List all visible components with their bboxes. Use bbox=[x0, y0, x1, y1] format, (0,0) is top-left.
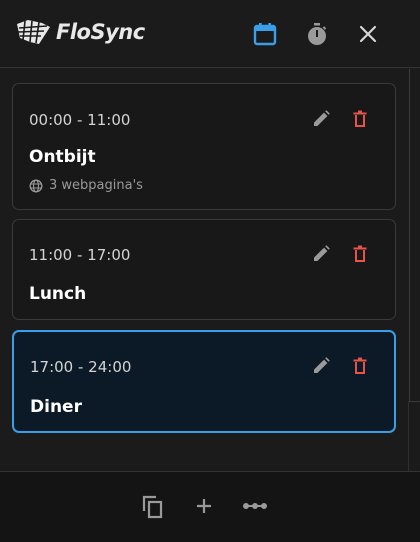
time-range: 17:00 - 24:00 bbox=[30, 358, 132, 376]
more-button[interactable] bbox=[241, 492, 269, 520]
trash-icon bbox=[353, 357, 367, 374]
time-range: 00:00 - 11:00 bbox=[29, 111, 131, 129]
trash-icon bbox=[353, 110, 367, 127]
close-button[interactable] bbox=[354, 20, 382, 48]
scrollbar-track[interactable] bbox=[409, 69, 410, 401]
app-name: FloSync bbox=[56, 20, 145, 44]
footer-toolbar bbox=[0, 471, 420, 542]
calendar-button[interactable] bbox=[251, 20, 279, 48]
delete-button[interactable] bbox=[348, 107, 372, 131]
pencil-icon bbox=[314, 357, 330, 373]
webpage-count: 3 webpagina's bbox=[49, 178, 143, 193]
calendar-icon bbox=[253, 23, 277, 46]
globe-icon bbox=[29, 179, 43, 192]
pencil-icon bbox=[314, 245, 330, 261]
pencil-icon bbox=[314, 110, 330, 126]
item-title: Ontbijt bbox=[29, 147, 96, 167]
item-title: Diner bbox=[30, 397, 82, 417]
item-meta: 3 webpagina's bbox=[29, 178, 143, 193]
flosync-popup: FloSync 00:00 - 11:00 Ontbijt 3 webpagin… bbox=[0, 0, 420, 542]
trash-icon bbox=[353, 245, 367, 262]
copy-icon bbox=[142, 495, 163, 519]
stopwatch-icon bbox=[308, 23, 327, 45]
schedule-item[interactable]: 00:00 - 11:00 Ontbijt 3 webpagina's bbox=[12, 83, 396, 210]
schedule-item-selected[interactable]: 17:00 - 24:00 Diner bbox=[12, 330, 396, 433]
scrollbar-track-lower[interactable] bbox=[408, 401, 420, 471]
schedule-item[interactable]: 11:00 - 17:00 Lunch bbox=[12, 219, 396, 320]
delete-button[interactable] bbox=[348, 354, 372, 378]
time-range: 11:00 - 17:00 bbox=[29, 246, 131, 264]
delete-button[interactable] bbox=[348, 242, 372, 266]
edit-button[interactable] bbox=[309, 354, 333, 378]
flosync-logo-icon bbox=[17, 20, 50, 44]
edit-button[interactable] bbox=[309, 242, 333, 266]
add-button[interactable] bbox=[190, 492, 218, 520]
header: FloSync bbox=[0, 0, 420, 68]
logo: FloSync bbox=[14, 18, 145, 46]
duplicate-button[interactable] bbox=[139, 492, 167, 520]
edit-button[interactable] bbox=[309, 107, 333, 131]
stopwatch-button[interactable] bbox=[303, 20, 331, 48]
more-icon bbox=[243, 503, 267, 509]
item-title: Lunch bbox=[29, 284, 87, 304]
plus-icon bbox=[197, 499, 211, 513]
close-icon bbox=[359, 25, 377, 43]
